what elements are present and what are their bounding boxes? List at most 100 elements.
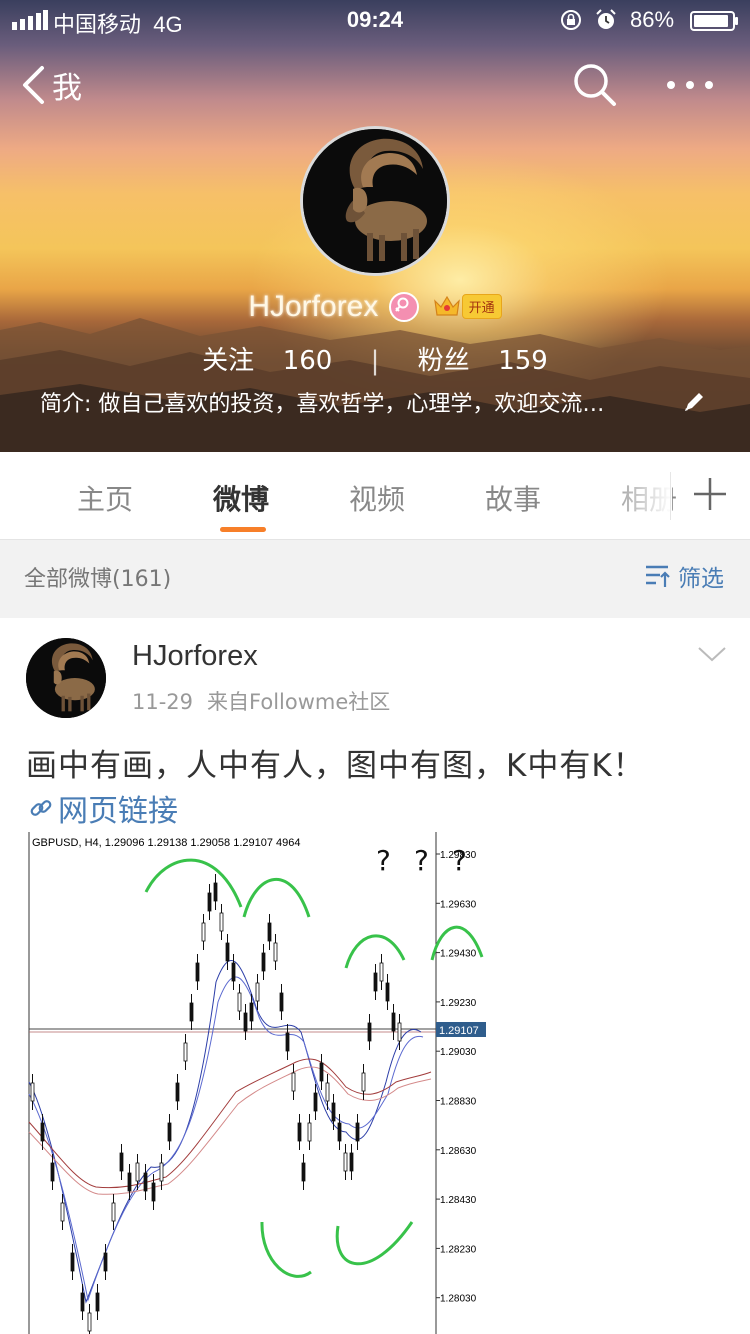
post-source[interactable]: 来自Followme社区 [207, 690, 390, 714]
following-stat[interactable]: 关注 160 [196, 346, 338, 376]
search-icon [574, 64, 616, 106]
post-author-avatar[interactable] [26, 638, 106, 718]
profile-tabs: 主页 微博 视频 故事 相册 [0, 452, 750, 540]
candle-body [207, 892, 212, 912]
candle-body [30, 1082, 35, 1102]
profile-name-row: HJorforex 开通 [0, 290, 750, 334]
price-tick-label: 1.29630 [440, 899, 477, 910]
ibex-avatar-image [26, 638, 106, 718]
candle-body [127, 1172, 132, 1192]
status-bar: 中国移动 4G 09:24 86% [0, 0, 750, 40]
candle-body [261, 952, 266, 972]
candle-body [349, 1152, 354, 1172]
profile-name: HJorforex [248, 290, 379, 323]
candle-body [331, 1102, 336, 1122]
profile-avatar[interactable] [300, 126, 450, 276]
candle-body [379, 962, 384, 982]
post-web-link[interactable]: 网页链接 [28, 786, 178, 830]
candle-body [60, 1202, 65, 1222]
current-price-label: 1.29107 [439, 1025, 479, 1037]
vip-open-label: 开通 [461, 293, 502, 319]
price-tick-label: 1.28030 [440, 1294, 477, 1305]
tab-stories[interactable]: 故事 [485, 478, 541, 518]
tabs-separator [670, 472, 671, 520]
candle-body [189, 1002, 194, 1022]
bio-text: 简介: 做自己喜欢的投资，喜欢哲学，心理学，欢迎交流… [40, 392, 605, 417]
rotation-lock-icon [561, 10, 581, 30]
candle-body [243, 1012, 248, 1032]
candle-body [301, 1162, 306, 1182]
crown-icon [433, 295, 460, 316]
tab-home[interactable]: 主页 [77, 478, 133, 518]
back-button[interactable]: 我 [20, 62, 82, 108]
candle-body [213, 882, 218, 902]
candle-body [103, 1252, 108, 1272]
candle-body [373, 972, 378, 992]
candle-body [343, 1152, 348, 1172]
tabs-fade [600, 452, 672, 538]
candle-body [319, 1062, 324, 1082]
chevron-left-icon [23, 66, 44, 104]
candle-body [291, 1072, 296, 1092]
candle-body [267, 922, 272, 942]
candle-body [195, 962, 200, 982]
candle-body [231, 962, 236, 982]
post-author-name[interactable]: HJorforex [132, 640, 258, 673]
price-tick-label: 1.28630 [440, 1146, 477, 1157]
back-label: 我 [52, 71, 82, 106]
candle-body [285, 1032, 290, 1052]
candle-body [95, 1292, 100, 1312]
price-tick-label: 1.29030 [440, 1047, 477, 1058]
post-count-label: 全部微博(161) [24, 567, 172, 592]
more-button[interactable] [665, 62, 715, 112]
stats-divider: | [370, 346, 380, 376]
female-gender-icon [389, 292, 420, 322]
vip-open-badge[interactable]: 开通 [433, 293, 502, 321]
filter-button[interactable]: 筛选 [644, 559, 724, 593]
candle-body [201, 922, 206, 942]
question-mark-1: ? [376, 844, 391, 877]
battery-percent: 86% [630, 7, 675, 32]
candle-body [255, 982, 260, 1002]
post-image-forex-chart[interactable]: GBPUSD, H4, 1.29096 1.29138 1.29058 1.29… [26, 832, 492, 1334]
profile-stats: 关注 160 | 粉丝 159 [0, 340, 750, 377]
candle-body [219, 912, 224, 932]
ibex-avatar-image [303, 129, 447, 273]
candle-body [237, 992, 242, 1012]
candle-body [337, 1122, 342, 1142]
candle-body [279, 992, 284, 1012]
filter-icon [646, 565, 670, 587]
candle-body [40, 1122, 45, 1142]
chevron-down-icon[interactable] [696, 644, 728, 664]
candle-body [313, 1092, 318, 1112]
profile-header: 中国移动 4G 09:24 86% 我 HJorforex 开通 关注 160 … [0, 0, 750, 452]
candle-body [175, 1082, 180, 1102]
followers-count: 159 [498, 346, 548, 376]
search-button[interactable] [572, 62, 618, 112]
candle-body [307, 1122, 312, 1142]
feed-filter-bar: 全部微博(161) 筛选 [0, 540, 750, 608]
tab-weibo[interactable]: 微博 [213, 478, 269, 518]
question-mark-2: ? [414, 844, 429, 877]
candle-body [70, 1252, 75, 1272]
add-tab-icon[interactable] [690, 474, 730, 514]
profile-bio[interactable]: 简介: 做自己喜欢的投资，喜欢哲学，心理学，欢迎交流… [40, 386, 720, 420]
candle-body [361, 1072, 366, 1092]
price-tick-label: 1.29430 [440, 949, 477, 960]
candle-body [297, 1122, 302, 1142]
tab-video[interactable]: 视频 [349, 478, 405, 518]
followers-stat[interactable]: 粉丝 159 [412, 346, 554, 376]
price-tick-label: 1.28230 [440, 1244, 477, 1255]
candle-body [80, 1292, 85, 1312]
alarm-icon [596, 9, 616, 29]
candle-body [167, 1122, 172, 1142]
candle-body [119, 1152, 124, 1172]
edit-pencil-icon[interactable] [682, 390, 706, 414]
active-tab-indicator [220, 527, 266, 532]
candle-body [391, 1012, 396, 1032]
post-meta: 11-29 来自Followme社区 [132, 686, 390, 716]
candle-body [273, 942, 278, 962]
candle-body [159, 1162, 164, 1182]
price-tick-label: 1.29230 [440, 998, 477, 1009]
post-date: 11-29 [132, 690, 194, 714]
